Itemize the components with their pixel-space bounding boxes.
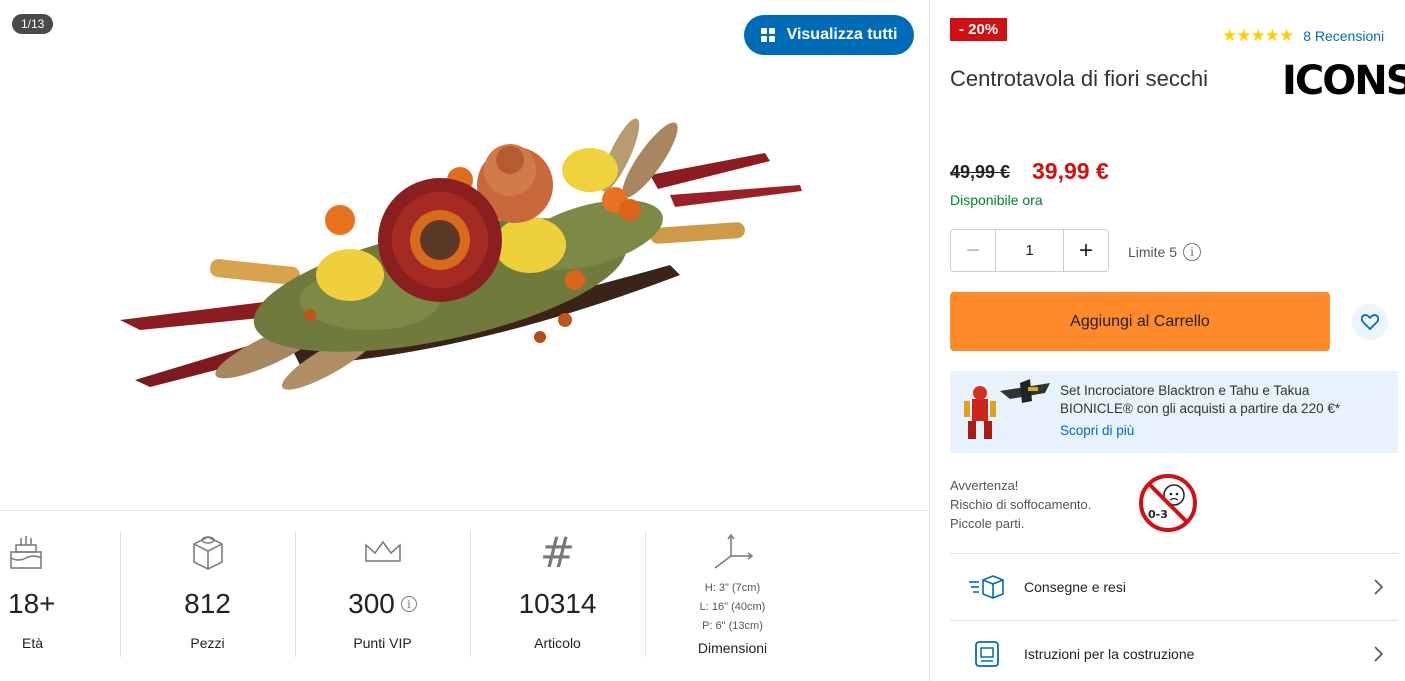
availability-status: Disponibile ora [950, 192, 1043, 208]
brick-icon [190, 531, 226, 573]
spec-vip-points-value: 300 i [348, 587, 417, 621]
rating-stars-icon: ★★★★★ [1222, 26, 1294, 45]
grid-icon [760, 28, 775, 42]
limit-info-icon[interactable]: i [1183, 243, 1202, 261]
hash-icon: # [539, 527, 576, 577]
promo-image [964, 379, 1050, 439]
quantity-increase-button[interactable]: + [1064, 230, 1108, 271]
image-counter: 1/13 [12, 14, 54, 34]
dimension-depth: P: 6" (13cm) [702, 620, 763, 632]
warning-line-1: Avvertenza! [950, 478, 1019, 493]
spec-pieces: 812 Pezzi [120, 511, 295, 681]
age-badge-text: 0-3 [1148, 508, 1168, 521]
delivery-box-icon [950, 574, 1024, 600]
product-info-panel: - 20% ★★★★★ 8 Recensioni ICONS Centrotav… [929, 0, 1405, 681]
dimension-height: H: 3" (7cm) [704, 582, 761, 594]
building-instructions-label: Istruzioni per la costruzione [1024, 646, 1195, 662]
warning-line-2: Rischio di soffocamento. [950, 497, 1092, 512]
view-all-button[interactable]: Visualizza tutti [744, 15, 914, 55]
price-original: 49,99 € [950, 162, 1011, 182]
quantity-limit: Limite 5 i [1128, 243, 1202, 261]
chevron-right-icon [1358, 579, 1398, 595]
spec-age-label: Età [22, 635, 44, 651]
product-specs: 18+ Età 812 Pezzi 300 i Punti VIP # 1031… [0, 510, 928, 681]
brand-logo[interactable]: ICONS [1282, 58, 1405, 104]
chevron-right-icon [1358, 646, 1398, 662]
quantity-input[interactable]: 1 [995, 230, 1064, 271]
promo-text: Set Incrociatore Blacktron e Tahu e Taku… [1060, 383, 1341, 416]
product-image[interactable] [110, 115, 810, 395]
spec-vip-points: 300 i Punti VIP [295, 511, 470, 681]
dimensions-icon [711, 531, 755, 573]
add-to-cart-button[interactable]: Aggiungi al Carrello [950, 292, 1330, 351]
warning-line-3: Piccole parti. [950, 516, 1025, 531]
price-sale: 39,99 € [1032, 158, 1109, 184]
reviews-link[interactable]: 8 Recensioni [1303, 28, 1384, 44]
rating: ★★★★★ 8 Recensioni [1222, 26, 1384, 46]
quantity-decrease-button[interactable]: − [951, 230, 995, 271]
promo-learn-more-link[interactable]: Scopri di più [1060, 422, 1134, 440]
delivery-returns-row[interactable]: Consegne e resi [950, 553, 1398, 620]
promo-banner: Set Incrociatore Blacktron e Tahu e Taku… [950, 371, 1398, 453]
spec-vip-points-label: Punti VIP [353, 635, 412, 651]
view-all-label: Visualizza tutti [786, 26, 898, 43]
age-restriction-icon: 0-3 [1139, 474, 1197, 532]
wishlist-heart-icon[interactable] [1352, 304, 1388, 340]
instructions-icon [950, 640, 1024, 668]
dimension-length: L: 16" (40cm) [699, 601, 766, 613]
spec-dimensions-label: Dimensioni [697, 640, 768, 656]
spec-pieces-label: Pezzi [190, 635, 225, 651]
quantity-limit-label: Limite 5 [1128, 244, 1178, 260]
spec-vip-points-number: 300 [348, 588, 395, 619]
crown-icon [363, 531, 403, 573]
discount-badge: - 20% [950, 18, 1008, 41]
spec-item-number-label: Articolo [534, 635, 581, 651]
spec-item-number: # 10314 Articolo [470, 511, 645, 681]
delivery-returns-label: Consegne e resi [1024, 579, 1126, 595]
building-instructions-row[interactable]: Istruzioni per la costruzione [950, 620, 1398, 681]
quantity-stepper: − 1 + [950, 229, 1109, 272]
birthday-cake-icon [8, 531, 44, 573]
spec-age: 18+ Età [0, 511, 120, 681]
spec-pieces-value: 812 [184, 588, 231, 619]
spec-age-value: 18+ [8, 588, 56, 619]
info-icon[interactable]: i [400, 596, 417, 612]
product-gallery: 1/13 Visualizza tutti [0, 0, 928, 510]
dimensions-list: H: 3" (7cm) L: 16" (40cm) P: 6" (13cm) [700, 579, 766, 636]
choking-warning: Avvertenza! Rischio di soffocamento. Pic… [950, 476, 1091, 533]
spec-dimensions: H: 3" (7cm) L: 16" (40cm) P: 6" (13cm) D… [645, 511, 820, 681]
spec-item-number-value: 10314 [518, 588, 597, 619]
product-title: Centrotavola di fiori secchi [950, 66, 1209, 91]
promo-content: Set Incrociatore Blacktron e Tahu e Taku… [1060, 371, 1380, 453]
